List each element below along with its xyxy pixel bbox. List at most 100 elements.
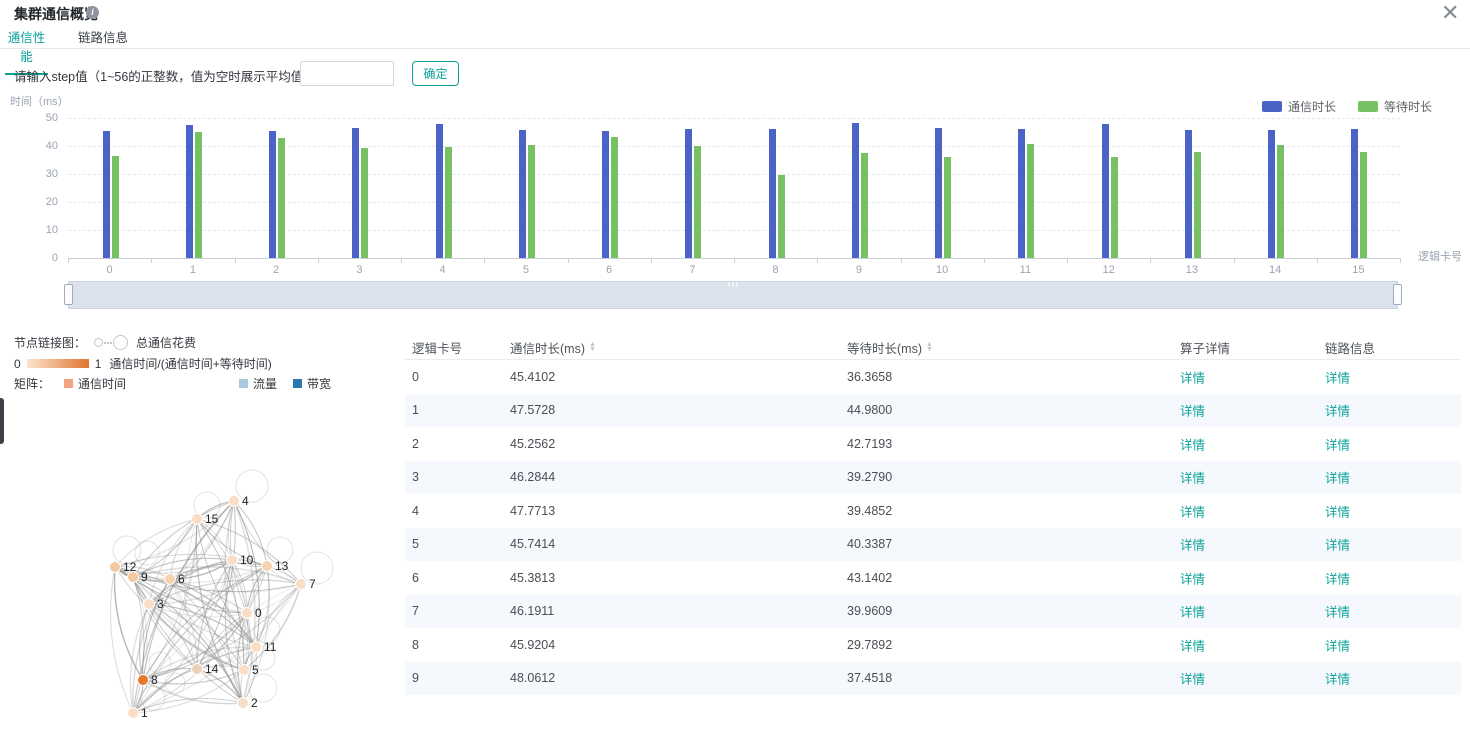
node-link-graph[interactable]: 4151296101373011514821: [60, 450, 360, 739]
data-zoom-slider[interactable]: [68, 281, 1398, 309]
operator-detail-link[interactable]: 详情: [1180, 501, 1205, 520]
bar-communication[interactable]: [436, 124, 443, 258]
graph-node[interactable]: [138, 675, 149, 686]
operator-detail-link[interactable]: 详情: [1180, 669, 1205, 688]
table-body: 0 45.4102 36.3658 详情 详情 1 47.5728 44.980…: [405, 360, 1461, 695]
sort-icon[interactable]: ▲▼: [926, 343, 933, 352]
bar-wait[interactable]: [278, 138, 285, 258]
link-info-detail-link[interactable]: 详情: [1325, 535, 1350, 554]
slider-grip[interactable]: [728, 282, 738, 287]
tab-link-info[interactable]: 链路信息: [78, 27, 128, 54]
graph-node-label: 11: [264, 640, 277, 654]
bar-wait[interactable]: [861, 153, 868, 258]
operator-detail-link[interactable]: 详情: [1180, 635, 1205, 654]
communication-bar-chart[interactable]: 时间（ms） 逻辑卡号 通信时长 等待时长 010203040500123456…: [0, 90, 1470, 286]
bar-communication[interactable]: [519, 130, 526, 258]
bar-communication[interactable]: [103, 131, 110, 258]
bar-wait[interactable]: [1111, 157, 1118, 258]
x-tick-label: 7: [689, 264, 695, 276]
graph-node[interactable]: [144, 599, 155, 610]
legend-item-communication[interactable]: 通信时长: [1262, 98, 1336, 115]
bar-wait[interactable]: [195, 132, 202, 258]
graph-node[interactable]: [128, 708, 139, 719]
bar-wait[interactable]: [944, 157, 951, 258]
drawer-edge-handle[interactable]: [0, 398, 4, 444]
bar-communication[interactable]: [269, 131, 276, 258]
bar-communication[interactable]: [852, 123, 859, 258]
graph-node[interactable]: [128, 572, 139, 583]
link-info-detail-link[interactable]: 详情: [1325, 401, 1350, 420]
bar-wait[interactable]: [1194, 152, 1201, 258]
step-input[interactable]: [300, 61, 394, 86]
graph-node[interactable]: [192, 664, 203, 675]
bar-wait[interactable]: [361, 148, 368, 258]
slider-handle-right[interactable]: [1393, 284, 1402, 305]
graph-node[interactable]: [192, 514, 203, 525]
info-icon[interactable]: i: [86, 6, 99, 19]
close-icon[interactable]: ✕: [1441, 2, 1459, 24]
link-info-detail-link[interactable]: 详情: [1325, 635, 1350, 654]
operator-detail-link[interactable]: 详情: [1180, 367, 1205, 386]
bar-communication[interactable]: [1185, 130, 1192, 259]
bar-communication[interactable]: [352, 128, 359, 258]
bar-communication[interactable]: [1102, 124, 1109, 258]
graph-node[interactable]: [229, 496, 240, 507]
operator-detail-link[interactable]: 详情: [1180, 401, 1205, 420]
graph-node[interactable]: [251, 642, 262, 653]
operator-detail-link[interactable]: 详情: [1180, 434, 1205, 453]
sort-icon[interactable]: ▲▼: [589, 343, 596, 352]
graph-node[interactable]: [238, 698, 249, 709]
table-column-header[interactable]: 等待时长(ms)▲▼: [847, 338, 933, 357]
bar-communication[interactable]: [769, 129, 776, 258]
bar-communication[interactable]: [1351, 129, 1358, 258]
cell-card-id: 1: [412, 403, 419, 417]
cell-wait-time: 42.7193: [847, 437, 892, 451]
bar-wait[interactable]: [112, 156, 119, 258]
bar-wait[interactable]: [694, 146, 701, 258]
cell-wait-time: 39.2790: [847, 470, 892, 484]
total-cost-toggle-icon[interactable]: [94, 335, 128, 350]
bar-wait[interactable]: [778, 175, 785, 258]
bar-communication[interactable]: [685, 129, 692, 258]
operator-detail-link[interactable]: 详情: [1180, 602, 1205, 621]
link-info-detail-link[interactable]: 详情: [1325, 602, 1350, 621]
graph-node[interactable]: [165, 574, 176, 585]
graph-node[interactable]: [227, 555, 238, 566]
cell-comm-time: 45.3813: [510, 571, 555, 585]
link-info-detail-link[interactable]: 详情: [1325, 367, 1350, 386]
bar-communication[interactable]: [935, 128, 942, 258]
bar-wait[interactable]: [445, 147, 452, 258]
graph-node-label: 4: [242, 494, 249, 508]
bar-wait[interactable]: [1360, 152, 1367, 258]
x-tick-label: 12: [1102, 264, 1114, 276]
graph-node[interactable]: [242, 608, 253, 619]
table-column-header: 逻辑卡号: [412, 338, 462, 357]
cell-wait-time: 44.9800: [847, 403, 892, 417]
bar-wait[interactable]: [1277, 145, 1284, 258]
legend-item-wait[interactable]: 等待时长: [1358, 98, 1432, 115]
scale-min: 0: [14, 357, 21, 371]
link-info-detail-link[interactable]: 详情: [1325, 669, 1350, 688]
bar-wait[interactable]: [611, 137, 618, 258]
slider-handle-left[interactable]: [64, 284, 73, 305]
table-column-header[interactable]: 通信时长(ms)▲▼: [510, 338, 596, 357]
bar-wait[interactable]: [528, 145, 535, 258]
bar-communication[interactable]: [602, 131, 609, 258]
cell-comm-time: 45.4102: [510, 370, 555, 384]
bar-communication[interactable]: [1018, 129, 1025, 258]
confirm-button[interactable]: 确定: [412, 61, 459, 86]
graph-node[interactable]: [262, 561, 273, 572]
operator-detail-link[interactable]: 详情: [1180, 568, 1205, 587]
link-info-detail-link[interactable]: 详情: [1325, 568, 1350, 587]
bar-communication[interactable]: [186, 125, 193, 258]
link-info-detail-link[interactable]: 详情: [1325, 501, 1350, 520]
graph-node[interactable]: [239, 665, 250, 676]
link-info-detail-link[interactable]: 详情: [1325, 434, 1350, 453]
graph-node[interactable]: [110, 562, 121, 573]
link-info-detail-link[interactable]: 详情: [1325, 468, 1350, 487]
operator-detail-link[interactable]: 详情: [1180, 535, 1205, 554]
graph-node[interactable]: [296, 579, 307, 590]
operator-detail-link[interactable]: 详情: [1180, 468, 1205, 487]
bar-communication[interactable]: [1268, 130, 1275, 258]
bar-wait[interactable]: [1027, 144, 1034, 258]
